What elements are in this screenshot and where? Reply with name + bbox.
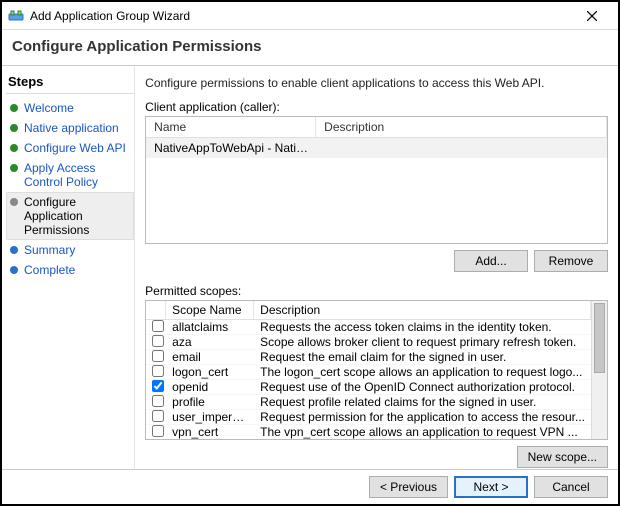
scopes-header: Scope Name Description (146, 301, 591, 320)
scope-name: allatclaims (166, 320, 254, 334)
column-header-name[interactable]: Name (146, 117, 316, 137)
scope-checkbox[interactable] (152, 395, 164, 407)
scope-name: email (166, 350, 254, 364)
scope-description: Requests the access token claims in the … (254, 320, 591, 334)
scope-description: The vpn_cert scope allows an application… (254, 425, 591, 439)
main-panel: Configure permissions to enable client a… (135, 66, 618, 504)
step-welcome[interactable]: Welcome (6, 98, 134, 118)
scope-checkbox[interactable] (152, 410, 164, 422)
scope-description: Request use of the OpenID Connect author… (254, 380, 591, 394)
scope-row[interactable]: emailRequest the email claim for the sig… (146, 350, 591, 365)
scope-checkbox[interactable] (152, 320, 164, 332)
column-header-scope-name[interactable]: Scope Name (166, 301, 254, 319)
app-icon (8, 8, 24, 24)
page-title: Configure Application Permissions (12, 38, 608, 55)
step-bullet-icon (10, 198, 18, 206)
column-header-description[interactable]: Description (316, 117, 607, 137)
step-bullet-icon (10, 246, 18, 254)
client-app-description (316, 138, 607, 158)
step-label: Configure Web API (24, 141, 126, 155)
step-apply-access-control-policy[interactable]: Apply Access Control Policy (6, 158, 134, 192)
scope-row[interactable]: openidRequest use of the OpenID Connect … (146, 380, 591, 395)
sidebar: Steps Welcome Native application Configu… (2, 66, 135, 504)
scope-row[interactable]: vpn_certThe vpn_cert scope allows an app… (146, 425, 591, 439)
scope-name: aza (166, 335, 254, 349)
scope-description: Request the email claim for the signed i… (254, 350, 591, 364)
column-header-scope-description[interactable]: Description (254, 301, 591, 319)
title-bar: Add Application Group Wizard (2, 2, 618, 30)
step-label: Welcome (24, 101, 74, 115)
client-app-name: NativeAppToWebApi - Native applicati... (146, 138, 316, 158)
add-button[interactable]: Add... (454, 250, 528, 272)
step-bullet-icon (10, 144, 18, 152)
scope-row[interactable]: profileRequest profile related claims fo… (146, 395, 591, 410)
step-bullet-icon (10, 164, 18, 172)
client-app-list-header: Name Description (146, 117, 607, 138)
scope-name: vpn_cert (166, 425, 254, 439)
scope-name: openid (166, 380, 254, 394)
scope-row[interactable]: user_imperso...Request permission for th… (146, 410, 591, 425)
step-label: Native application (24, 121, 119, 135)
scope-row[interactable]: logon_certThe logon_cert scope allows an… (146, 365, 591, 380)
step-native-application[interactable]: Native application (6, 118, 134, 138)
scope-name: logon_cert (166, 365, 254, 379)
permitted-scopes-list[interactable]: Scope Name Description allatclaimsReques… (145, 300, 608, 440)
cancel-button[interactable]: Cancel (534, 476, 608, 498)
step-bullet-icon (10, 104, 18, 112)
scope-checkbox[interactable] (152, 350, 164, 362)
scope-checkbox[interactable] (152, 380, 164, 392)
client-app-row[interactable]: NativeAppToWebApi - Native applicati... (146, 138, 607, 158)
scope-checkbox[interactable] (152, 365, 164, 377)
scope-row[interactable]: allatclaimsRequests the access token cla… (146, 320, 591, 335)
header: Configure Application Permissions (2, 30, 618, 66)
step-summary[interactable]: Summary (6, 240, 134, 260)
step-label: Apply Access Control Policy (24, 161, 132, 189)
step-configure-web-api[interactable]: Configure Web API (6, 138, 134, 158)
scope-name: profile (166, 395, 254, 409)
close-icon (587, 11, 597, 21)
permitted-scopes-label: Permitted scopes: (145, 284, 608, 298)
step-bullet-icon (10, 266, 18, 274)
scope-checkbox[interactable] (152, 335, 164, 347)
window-title: Add Application Group Wizard (30, 9, 572, 23)
wizard-footer: < Previous Next > Cancel (2, 469, 618, 504)
next-button[interactable]: Next > (454, 476, 528, 498)
scope-description: Request profile related claims for the s… (254, 395, 591, 409)
step-complete[interactable]: Complete (6, 260, 134, 280)
scope-row[interactable]: azaScope allows broker client to request… (146, 335, 591, 350)
scope-description: The logon_cert scope allows an applicati… (254, 365, 591, 379)
scope-name: user_imperso... (166, 410, 254, 424)
steps-heading: Steps (6, 72, 134, 94)
previous-button[interactable]: < Previous (369, 476, 448, 498)
step-label: Complete (24, 263, 75, 277)
client-app-list[interactable]: Name Description NativeAppToWebApi - Nat… (145, 116, 608, 244)
step-configure-application-permissions[interactable]: Configure Application Permissions (6, 192, 134, 240)
close-button[interactable] (572, 2, 612, 30)
remove-button[interactable]: Remove (534, 250, 608, 272)
scope-description: Scope allows broker client to request pr… (254, 335, 591, 349)
scopes-scrollbar[interactable] (591, 301, 607, 439)
step-label: Summary (24, 243, 75, 257)
step-bullet-icon (10, 124, 18, 132)
scrollbar-thumb[interactable] (594, 303, 605, 373)
client-app-label: Client application (caller): (145, 100, 608, 114)
intro-text: Configure permissions to enable client a… (145, 76, 608, 90)
scope-checkbox[interactable] (152, 425, 164, 437)
step-label: Configure Application Permissions (24, 195, 132, 237)
new-scope-button[interactable]: New scope... (517, 446, 608, 468)
scope-description: Request permission for the application t… (254, 410, 591, 424)
